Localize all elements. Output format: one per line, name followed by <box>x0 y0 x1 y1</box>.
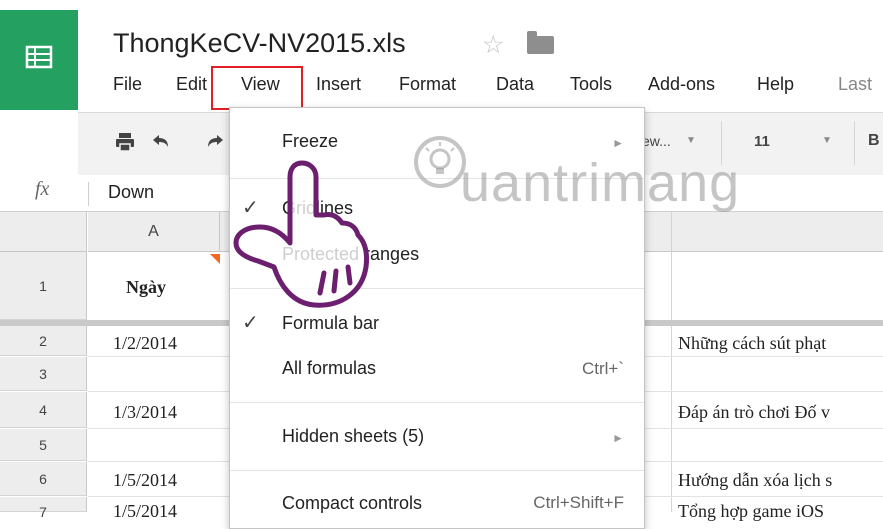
row-header[interactable]: 4 <box>0 392 87 428</box>
cell-a6[interactable]: 1/5/2014 <box>113 470 177 491</box>
menu-item-hidden-sheets[interactable]: Hidden sheets (5) <box>282 426 424 447</box>
menu-format[interactable]: Format <box>399 74 456 95</box>
shortcut-all-formulas: Ctrl+` <box>581 359 624 378</box>
menu-addons[interactable]: Add-ons <box>648 74 715 95</box>
fx-icon: fx <box>35 178 50 200</box>
cell-a1[interactable]: Ngày <box>126 277 166 298</box>
pointing-hand-icon <box>233 160 369 308</box>
shortcut-compact-controls: Ctrl+Shift+F <box>533 493 624 512</box>
menu-item-compact-controls[interactable]: Compact controls <box>282 493 422 514</box>
view-menu-highlight <box>211 66 303 110</box>
row-header[interactable]: 6 <box>0 462 87 496</box>
submenu-arrow-icon: ► <box>612 431 624 445</box>
document-title[interactable]: ThongKeCV-NV2015.xls <box>113 28 406 59</box>
menu-file[interactable]: File <box>113 74 142 95</box>
redo-icon[interactable] <box>206 133 226 151</box>
star-icon[interactable]: ☆ <box>482 30 504 60</box>
watermark-text: uantrimang <box>460 153 741 213</box>
menu-insert[interactable]: Insert <box>316 74 361 95</box>
font-name-select[interactable]: ew... <box>642 133 671 149</box>
menu-tools[interactable]: Tools <box>570 74 612 95</box>
row-header[interactable]: 2 <box>0 326 87 356</box>
row-header[interactable]: 3 <box>0 357 87 391</box>
row-header[interactable]: 7 <box>0 497 87 520</box>
sheets-logo-icon <box>25 45 53 69</box>
menu-edit[interactable]: Edit <box>176 74 207 95</box>
menu-item-all-formulas[interactable]: All formulas <box>282 358 376 379</box>
menu-help[interactable]: Help <box>757 74 794 95</box>
menu-item-freeze[interactable]: Freeze <box>282 131 338 152</box>
cell-right-2[interactable]: Những cách sút phạt <box>678 333 826 354</box>
column-divider <box>671 212 672 512</box>
cell-right-6[interactable]: Hướng dẫn xóa lịch s <box>678 470 832 491</box>
column-header-a[interactable]: A <box>88 212 220 252</box>
folder-icon[interactable] <box>527 31 554 54</box>
comment-indicator-icon <box>210 254 220 264</box>
cell-a4[interactable]: 1/3/2014 <box>113 402 177 423</box>
bold-button[interactable]: B <box>868 132 880 150</box>
print-icon[interactable] <box>115 132 135 152</box>
last-edit-link[interactable]: Last <box>838 74 872 95</box>
chevron-down-icon[interactable]: ▼ <box>822 135 832 146</box>
submenu-arrow-icon: ► <box>612 136 624 150</box>
select-all-corner[interactable] <box>0 212 87 252</box>
chevron-down-icon[interactable]: ▼ <box>686 135 696 146</box>
formula-input[interactable]: Down <box>108 182 154 203</box>
sheets-logo[interactable] <box>0 10 78 110</box>
cell-right-4[interactable]: Đáp án trò chơi Đố v <box>678 402 830 423</box>
menu-separator <box>230 402 644 403</box>
menu-data[interactable]: Data <box>496 74 534 95</box>
undo-icon[interactable] <box>150 133 170 151</box>
row-header[interactable]: 5 <box>0 429 87 461</box>
menu-separator <box>230 470 644 471</box>
cell-a2[interactable]: 1/2/2014 <box>113 333 177 354</box>
formula-bar-divider <box>88 182 89 206</box>
font-size-select[interactable]: 11 <box>754 133 770 150</box>
row-header[interactable]: 1 <box>0 252 87 320</box>
toolbar-divider <box>854 121 855 165</box>
